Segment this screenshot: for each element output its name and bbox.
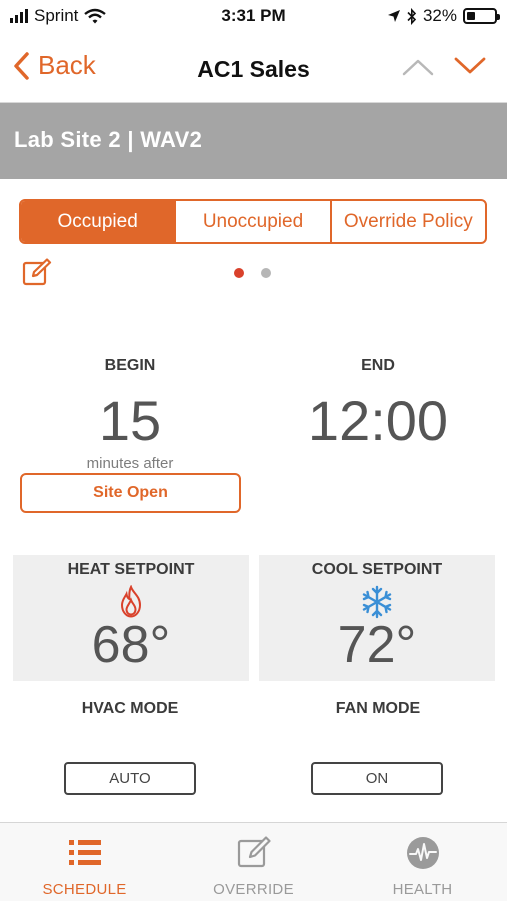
tab-override-label: OVERRIDE [213,881,294,898]
begin-value: 15 [98,389,162,452]
tab-unoccupied[interactable]: Unoccupied [174,201,329,242]
status-right: 32% [387,6,500,26]
site-header: Lab Site 2 | WAV2 [0,103,507,179]
heat-setpoint-label: HEAT SETPOINT [67,561,195,578]
location-arrow-icon [387,10,400,22]
tab-occupied[interactable]: Occupied [21,201,175,242]
end-label: END [361,357,395,374]
tab-health-label: HEALTH [392,881,453,898]
back-label: Back [38,50,96,80]
back-button[interactable]: Back [12,50,96,81]
bluetooth-icon [407,7,417,25]
edit-schedule-icon[interactable] [22,258,52,288]
list-icon [68,840,101,865]
site-title: Lab Site 2 | WAV2 [14,127,203,152]
chevron-up-icon [402,59,434,76]
hvac-mode-button[interactable]: AUTO [64,762,196,795]
tab-schedule-label: SCHEDULE [42,881,127,898]
edit-icon [237,836,271,868]
navigation-bar: Back AC1 Sales [0,36,507,103]
tab-schedule[interactable]: SCHEDULE [0,823,169,901]
fan-mode-label: FAN MODE [335,700,421,717]
snowflake-icon [362,585,392,619]
chevron-down-icon [454,57,486,74]
chevron-left-icon [14,51,29,80]
tab-override[interactable]: OVERRIDE [169,823,338,901]
next-record-button[interactable] [453,50,487,84]
previous-record-button[interactable] [401,50,435,84]
fan-mode-button[interactable]: ON [311,762,443,795]
cool-setpoint-label: COOL SETPOINT [311,561,443,578]
begin-label: BEGIN [104,357,156,374]
heat-setpoint-card[interactable]: HEAT SETPOINT 68° [13,555,249,681]
page-dot-2[interactable] [261,268,271,278]
heat-setpoint-value: 68° [91,616,171,674]
site-open-button[interactable]: Site Open [20,473,241,513]
battery-icon [463,8,500,24]
page-dot-1[interactable] [234,268,244,278]
end-value[interactable]: 12:00 [268,388,488,453]
tab-health[interactable]: HEALTH [338,823,507,901]
schedule-type-selector: Occupied Unoccupied Override Policy [19,199,487,244]
flame-icon [120,585,142,618]
page-indicator[interactable] [234,268,271,278]
heartbeat-icon [406,837,439,869]
battery-percent: 32% [422,6,457,25]
cool-setpoint-value: 72° [337,616,417,674]
record-navigation [401,50,487,84]
hvac-mode-label: HVAC MODE [81,700,179,717]
begin-offset-text: minutes after [86,455,174,472]
cool-setpoint-card[interactable]: COOL SETPOINT 72° [259,555,495,681]
status-bar: Sprint 3:31 PM 32% [0,0,507,36]
tab-bar: SCHEDULE OVERRIDE HEALTH [0,822,507,901]
tab-override-policy[interactable]: Override Policy [329,201,485,242]
